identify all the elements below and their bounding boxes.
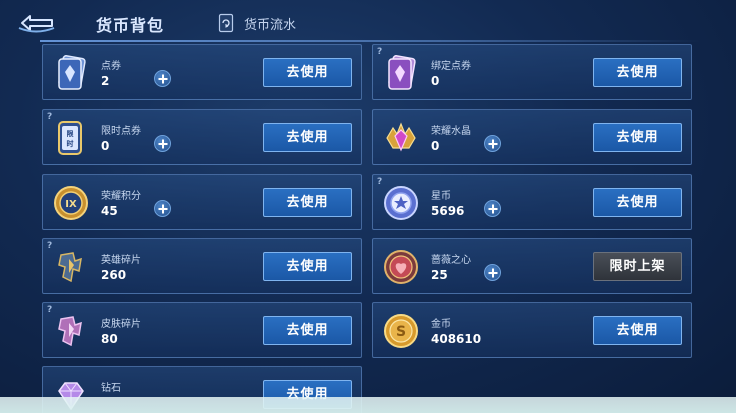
skin-fragment-icon [51,311,91,351]
currency-grid: 点券 2 去使用 ? 限 时 限时点券 0 去使用 IX 荣耀积分 45 去使用… [0,0,736,413]
currency-card-bound-coupon: ? 绑定点券 0 去使用 [372,44,692,100]
currency-amount: 260 [101,268,127,282]
currency-name: 点券 [101,61,121,72]
currency-card-rose-heart: 蔷薇之心 25 限时上架 [372,238,692,294]
add-glory-points-button[interactable] [154,200,171,217]
currency-amount: 45 [101,204,118,218]
use-limited-coupon-button[interactable]: 去使用 [263,123,352,152]
use-skin-fragment-button[interactable]: 去使用 [263,316,352,345]
rose-heart-icon [381,247,421,287]
currency-card-skin-fragment: ? 皮肤碎片 80 去使用 [42,302,362,358]
currency-name: 英雄碎片 [101,255,141,266]
add-star-coin-button[interactable] [484,200,501,217]
gold-coin-icon: S [381,311,421,351]
currency-name: 蔷薇之心 [431,255,471,266]
bottom-overlay [0,397,736,413]
use-glory-points-button[interactable]: 去使用 [263,188,352,217]
currency-amount: 80 [101,332,118,346]
currency-card-glory-crystal: 荣耀水晶 0 去使用 [372,109,692,165]
currency-name: 限时点券 [101,126,141,137]
svg-text:IX: IX [65,199,77,210]
limited-release-button[interactable]: 限时上架 [593,252,682,281]
glory-points-icon: IX [51,183,91,223]
bound-coupon-icon [381,53,421,93]
currency-name: 荣耀水晶 [431,126,471,137]
use-bound-coupon-button[interactable]: 去使用 [593,58,682,87]
add-limited-coupon-button[interactable] [154,135,171,152]
currency-amount: 0 [431,139,440,153]
currency-amount: 0 [101,139,110,153]
svg-text:限: 限 [67,129,75,138]
currency-card-hero-fragment: ? 英雄碎片 260 去使用 [42,238,362,294]
currency-name: 绑定点券 [431,61,471,72]
currency-card-glory-points: IX 荣耀积分 45 去使用 [42,174,362,230]
currency-amount: 2 [101,74,110,88]
limited-coupon-icon: 限 时 [51,118,91,158]
currency-amount: 0 [431,74,440,88]
add-rose-heart-button[interactable] [484,264,501,281]
currency-name: 钻石 [101,383,121,394]
add-coupon-button[interactable] [154,70,171,87]
coupon-card-icon [51,53,91,93]
currency-amount: 408610 [431,332,482,346]
use-star-coin-button[interactable]: 去使用 [593,188,682,217]
svg-text:时: 时 [67,139,74,148]
star-coin-icon [381,183,421,223]
currency-card-star-coin: ? 星币 5696 去使用 [372,174,692,230]
currency-name: 金币 [431,319,451,330]
add-glory-crystal-button[interactable] [484,135,501,152]
currency-amount: 25 [431,268,448,282]
hero-fragment-icon [51,247,91,287]
currency-card-limited-coupon: ? 限 时 限时点券 0 去使用 [42,109,362,165]
glory-crystal-icon [381,118,421,158]
currency-name: 星币 [431,191,451,202]
currency-card-gold-coin: S 金币 408610 去使用 [372,302,692,358]
use-hero-fragment-button[interactable]: 去使用 [263,252,352,281]
currency-amount: 5696 [431,204,465,218]
currency-name: 皮肤碎片 [101,319,141,330]
use-coupon-button[interactable]: 去使用 [263,58,352,87]
currency-name: 荣耀积分 [101,191,141,202]
currency-card-coupon: 点券 2 去使用 [42,44,362,100]
use-glory-crystal-button[interactable]: 去使用 [593,123,682,152]
use-gold-coin-button[interactable]: 去使用 [593,316,682,345]
svg-text:S: S [396,324,406,340]
